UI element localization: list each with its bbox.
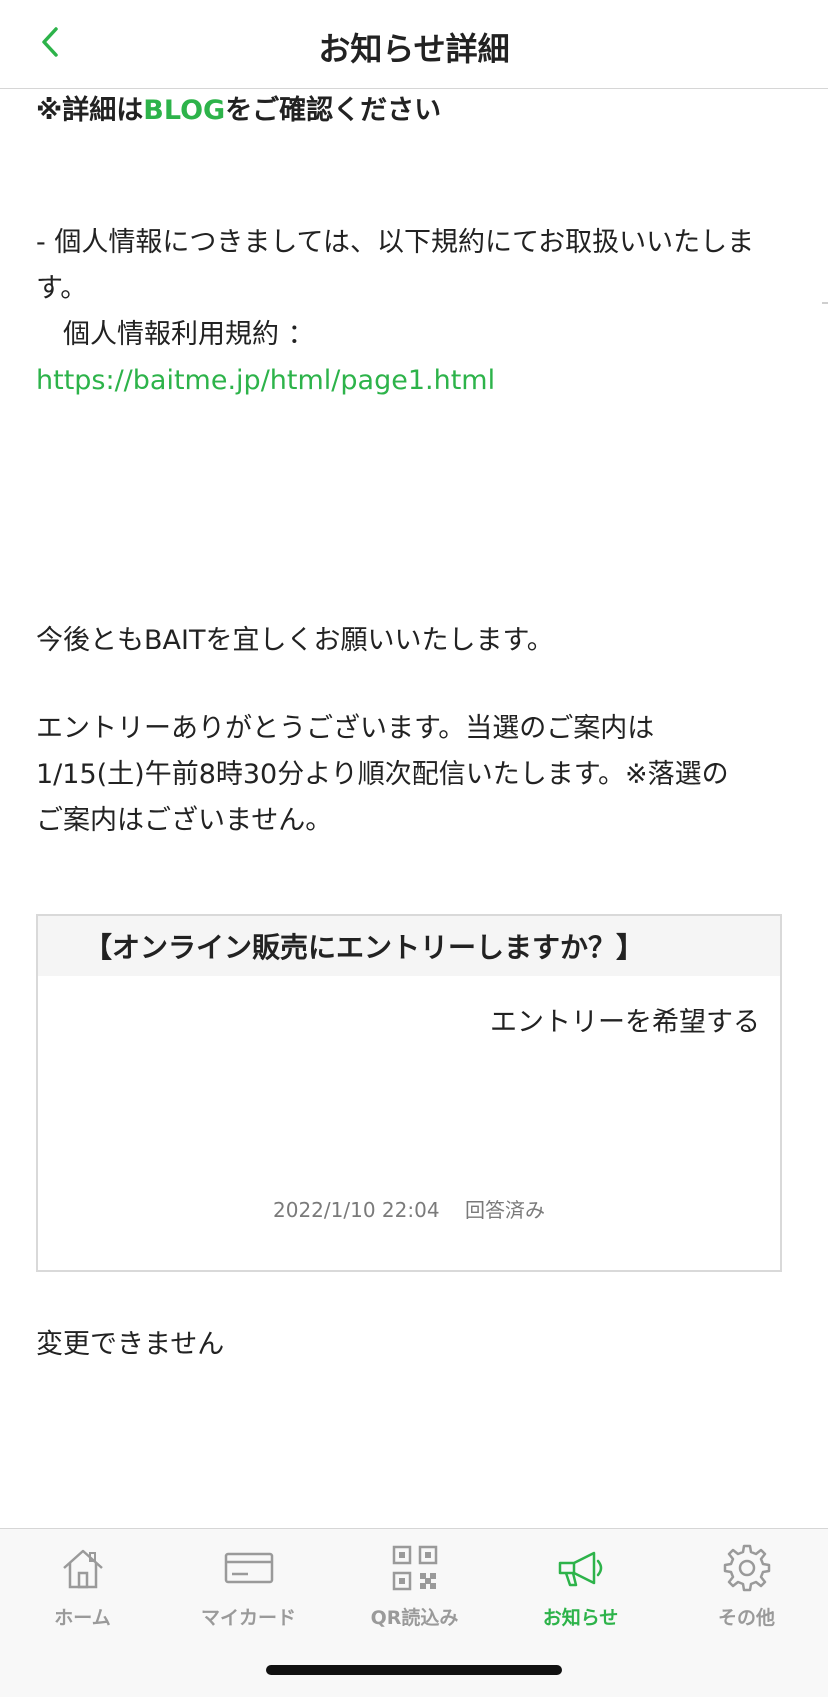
blog-suffix: をご確認ください bbox=[225, 95, 442, 126]
megaphone-icon bbox=[558, 1551, 602, 1587]
privacy-text-line2: す。 bbox=[36, 273, 88, 304]
closing-text: 今後ともBAITを宜しくお願いいたします。 bbox=[36, 625, 554, 656]
unchangeable-note: 変更できません bbox=[36, 1329, 225, 1360]
blog-link[interactable]: BLOG bbox=[143, 95, 225, 126]
terms-label: 個人情報利用規約 ： bbox=[36, 319, 315, 350]
card-icon bbox=[224, 1552, 273, 1584]
home-indicator[interactable] bbox=[266, 1665, 562, 1675]
tab-my-card[interactable]: マイカード bbox=[166, 1541, 331, 1641]
entry-text-line1: エントリーありがとうございます。当選のご案内は bbox=[36, 713, 655, 744]
tab-notifications[interactable]: お知らせ bbox=[498, 1541, 663, 1641]
question-card: 【オンライン販売にエントリーしますか？】 エントリーを希望する 2022/1/1… bbox=[36, 914, 782, 1272]
gear-icon bbox=[723, 1544, 770, 1592]
terms-link-row: https://baitme.jp/html/page1.html bbox=[36, 358, 495, 404]
tab-other[interactable]: その他 bbox=[664, 1541, 828, 1641]
tab-label: お知らせ bbox=[542, 1607, 619, 1629]
blog-notice: ※詳細はBLOGをご確認ください bbox=[36, 88, 441, 134]
tab-label: その他 bbox=[717, 1607, 775, 1629]
tab-label: QR読込み bbox=[370, 1607, 459, 1629]
answer-meta: 2022/1/10 22:04 回答済み bbox=[38, 1194, 780, 1223]
privacy-text-line1: - 個人情報につきましては、以下規約にてお取扱いいたしま bbox=[36, 227, 755, 258]
terms-link[interactable]: https://baitme.jp/html/page1.html bbox=[36, 365, 495, 396]
answer-status: 回答済み bbox=[464, 1198, 545, 1222]
qr-code-icon bbox=[392, 1545, 437, 1591]
page-title: お知らせ詳細 bbox=[318, 30, 510, 68]
selected-answer: エントリーを希望する bbox=[490, 1007, 760, 1038]
scrollbar[interactable] bbox=[822, 302, 828, 304]
tab-label: マイカード bbox=[200, 1607, 296, 1629]
home-icon bbox=[62, 1549, 103, 1589]
answer-timestamp: 2022/1/10 22:04 bbox=[273, 1198, 440, 1222]
entry-text-line3: ご案内はございません。 bbox=[36, 805, 333, 836]
question-title: 【オンライン販売にエントリーしますか？】 bbox=[38, 916, 780, 976]
blog-prefix: ※詳細は bbox=[36, 95, 144, 126]
tab-home[interactable]: ホーム bbox=[0, 1541, 165, 1641]
header: お知らせ詳細 bbox=[0, 0, 828, 89]
tab-label: ホーム bbox=[54, 1607, 111, 1629]
entry-text-line2: 1/15(土)午前8時30分より順次配信いたします。※落選の bbox=[36, 759, 729, 790]
tab-qr-reader[interactable]: QR読込み bbox=[332, 1541, 497, 1641]
